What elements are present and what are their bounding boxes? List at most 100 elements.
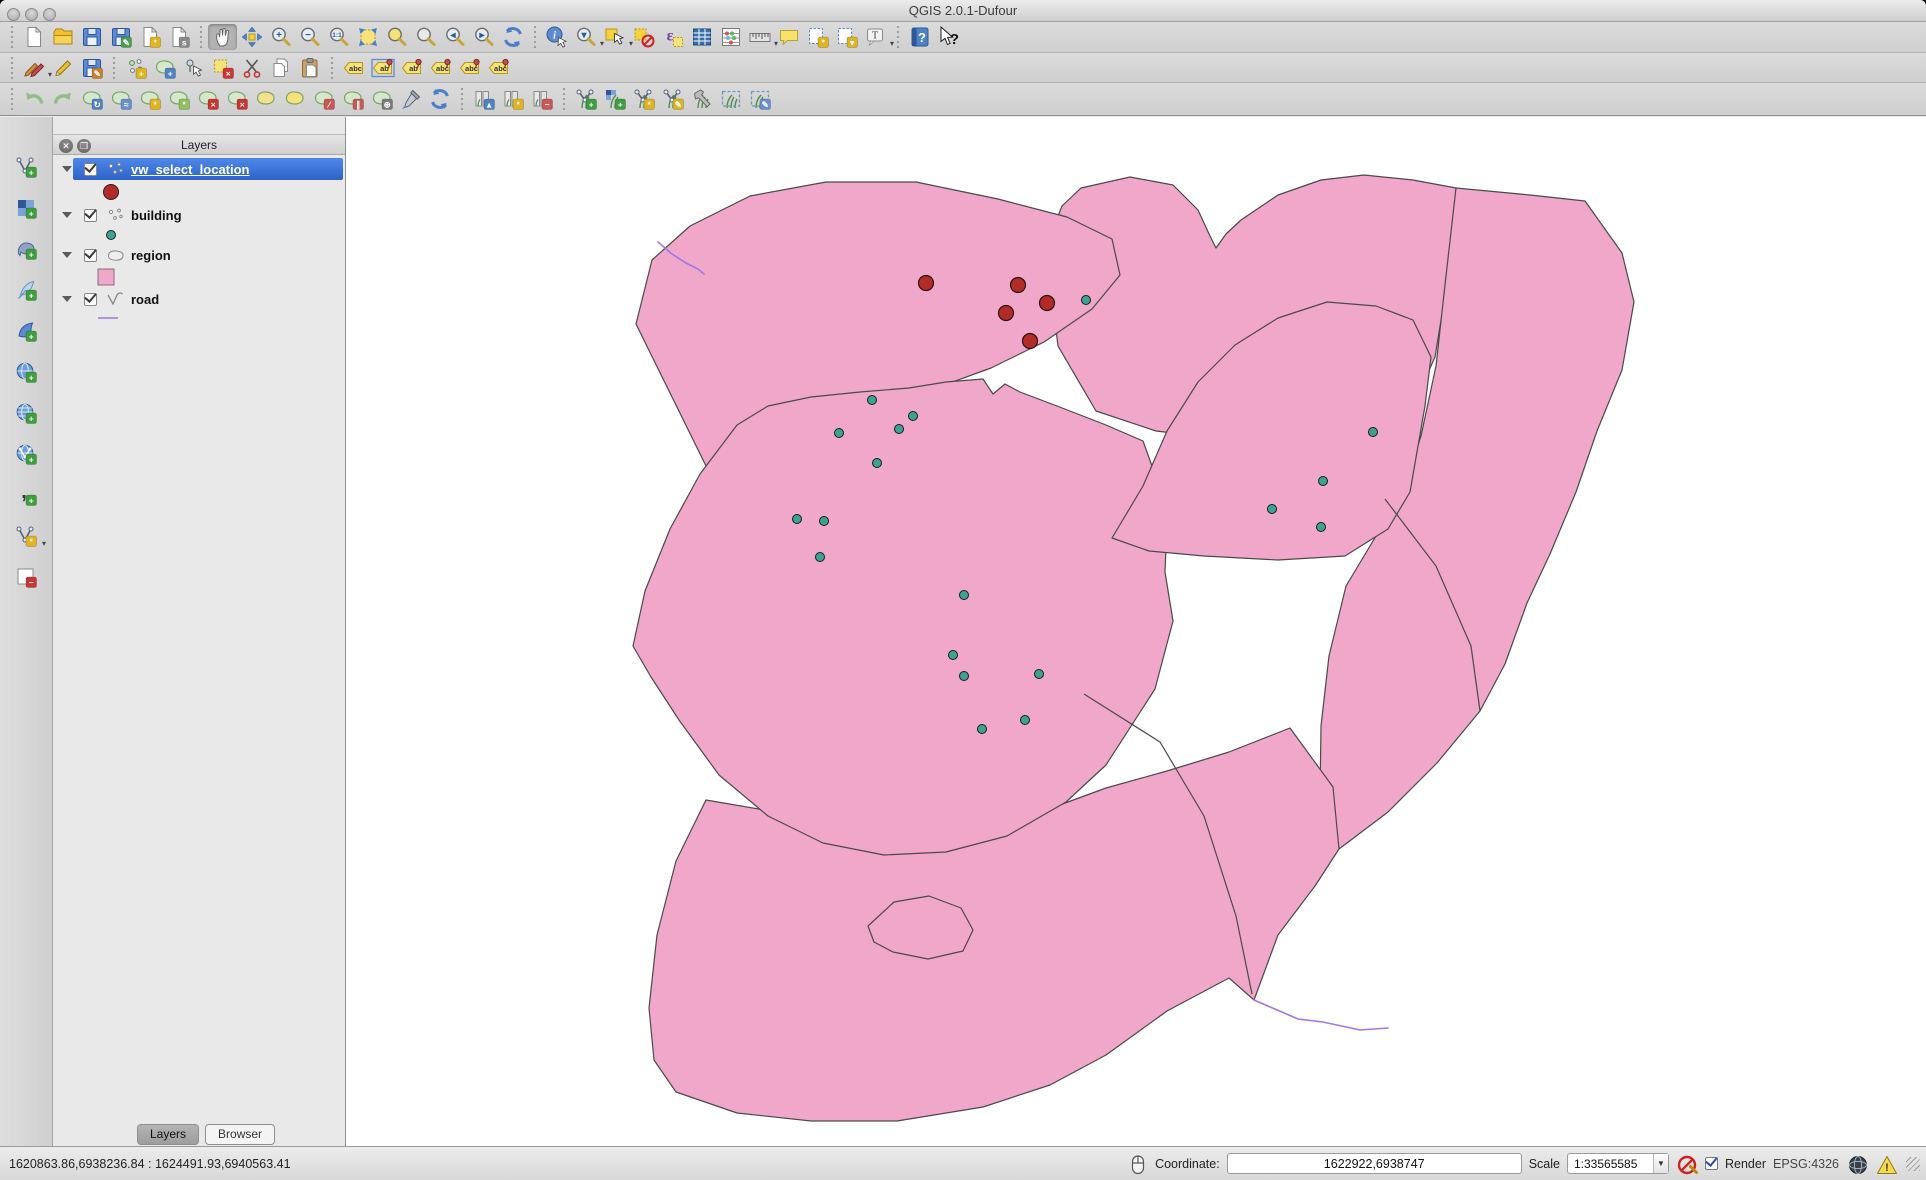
zoom-full-button[interactable] <box>353 24 382 50</box>
add-feature-button[interactable]: + <box>121 55 150 81</box>
open-attribute-table-button[interactable] <box>687 24 716 50</box>
panel-tab-browser[interactable]: Browser <box>205 1124 275 1145</box>
chevron-down-icon[interactable]: ▼ <box>1653 1154 1668 1173</box>
zoom-in-button[interactable]: + <box>266 24 295 50</box>
layer-item-road[interactable]: road <box>53 288 345 310</box>
new-shapefile-layer-button[interactable]: *▾ <box>10 522 42 550</box>
pan-to-selection-button[interactable] <box>237 24 266 50</box>
render-checkbox[interactable] <box>1705 1157 1718 1170</box>
paste-features-button[interactable] <box>295 55 324 81</box>
move-feature-button[interactable]: + <box>150 55 179 81</box>
identify-features-button[interactable]: i <box>542 24 571 50</box>
add-wcs-layer-button[interactable]: + <box>10 399 42 427</box>
close-panel-icon[interactable]: ✕ <box>59 139 73 153</box>
copy-features-button[interactable] <box>266 55 295 81</box>
rotate-label-button[interactable]: abc <box>455 55 484 81</box>
new-grass-vector-button[interactable]: * <box>629 86 658 112</box>
new-project-button[interactable] <box>19 24 48 50</box>
remove-layer-button[interactable]: − <box>10 563 42 591</box>
add-delimited-text-layer-button[interactable]: ,+ <box>10 481 42 509</box>
zoom-actual-size-button[interactable]: 1:1 <box>324 24 353 50</box>
cut-features-button[interactable] <box>237 55 266 81</box>
layer-item-building[interactable]: building <box>53 204 345 226</box>
layer-label[interactable]: region <box>131 248 171 263</box>
show-bookmarks-button[interactable]: ▾ <box>832 24 861 50</box>
add-mssql-layer-button[interactable]: + <box>10 317 42 345</box>
rotate-feature-button[interactable]: ↻ <box>77 86 106 112</box>
add-vector-layer-button[interactable]: + <box>10 153 42 181</box>
select-features-button[interactable]: ▾ <box>600 24 629 50</box>
save-project-button[interactable] <box>77 24 106 50</box>
map-tips-button[interactable] <box>774 24 803 50</box>
add-grass-raster-layer-button[interactable]: + <box>600 86 629 112</box>
map-canvas[interactable] <box>346 117 1926 1146</box>
whats-this-button[interactable]: ? <box>934 24 963 50</box>
measure-line-button[interactable]: ▾ <box>745 24 774 50</box>
offset-curve-button[interactable] <box>280 86 309 112</box>
add-raster-layer-button[interactable]: + <box>10 194 42 222</box>
zoom-last-button[interactable]: ◂ <box>440 24 469 50</box>
open-grass-tools-button[interactable] <box>687 86 716 112</box>
delete-ring-button[interactable]: × <box>193 86 222 112</box>
merge-attributes-button[interactable] <box>396 86 425 112</box>
delete-selected-button[interactable]: × <box>208 55 237 81</box>
field-calculator-button[interactable] <box>716 24 745 50</box>
layer-visibility-checkbox[interactable] <box>84 163 97 176</box>
add-ring-button[interactable]: * <box>135 86 164 112</box>
deselect-all-button[interactable] <box>629 24 658 50</box>
undo-button[interactable] <box>19 86 48 112</box>
change-label-button[interactable]: abc <box>484 55 513 81</box>
layer-item-vw_select_location[interactable]: vw_select_location <box>53 158 345 180</box>
add-grass-vector-layer-button[interactable]: + <box>571 86 600 112</box>
chevron-down-icon[interactable]: ▾ <box>42 539 46 548</box>
show-hide-labels-button[interactable]: ab <box>397 55 426 81</box>
add-wms-layer-button[interactable]: + <box>10 358 42 386</box>
add-postgis-layer-button[interactable]: + <box>10 235 42 263</box>
text-annotation-button[interactable]: T▾ <box>861 24 890 50</box>
new-bookmark-button[interactable]: * <box>803 24 832 50</box>
coordinate-input[interactable] <box>1227 1153 1522 1174</box>
open-project-button[interactable] <box>48 24 77 50</box>
close-grass-mapset-button[interactable]: − <box>527 86 556 112</box>
redo-button[interactable] <box>48 86 77 112</box>
float-panel-icon[interactable]: ❐ <box>77 139 91 153</box>
open-grass-mapset-button[interactable]: ▴ <box>469 86 498 112</box>
chevron-down-icon[interactable]: ▾ <box>890 39 894 48</box>
new-print-composer-button[interactable]: * <box>135 24 164 50</box>
expand-collapse-icon[interactable] <box>62 252 72 258</box>
move-label-button[interactable]: abc <box>426 55 455 81</box>
delete-part-button[interactable]: × <box>222 86 251 112</box>
panel-tab-layers[interactable]: Layers <box>137 1124 199 1145</box>
stop-render-icon[interactable] <box>1676 1153 1698 1175</box>
new-grass-mapset-button[interactable]: * <box>498 86 527 112</box>
add-wfs-layer-button[interactable]: + <box>10 440 42 468</box>
refresh-map-button[interactable] <box>498 24 527 50</box>
resize-grip[interactable] <box>1906 1157 1920 1171</box>
add-part-button[interactable]: * <box>164 86 193 112</box>
save-layer-edits-button[interactable]: ✎ <box>77 55 106 81</box>
labeling-button[interactable]: abc <box>339 55 368 81</box>
layer-visibility-checkbox[interactable] <box>84 293 97 306</box>
toggle-editing-button[interactable] <box>48 55 77 81</box>
help-contents-button[interactable]: ? <box>905 24 934 50</box>
reshape-features-button[interactable] <box>251 86 280 112</box>
expand-collapse-icon[interactable] <box>62 296 72 302</box>
save-project-as-button[interactable]: ✎ <box>106 24 135 50</box>
zoom-next-button[interactable]: ▸ <box>469 24 498 50</box>
node-tool-button[interactable] <box>179 55 208 81</box>
current-edits-button[interactable]: ▾ <box>19 55 48 81</box>
layer-label[interactable]: building <box>131 208 182 223</box>
zoom-to-layer-button[interactable] <box>411 24 440 50</box>
layer-item-region[interactable]: region <box>53 244 345 266</box>
edit-grass-region-button[interactable]: ✎ <box>745 86 774 112</box>
select-by-expression-button[interactable]: ε <box>658 24 687 50</box>
run-feature-action-button[interactable]: ▾▾ <box>571 24 600 50</box>
toggle-extents-mouse-icon[interactable] <box>1126 1153 1148 1175</box>
expand-collapse-icon[interactable] <box>62 166 72 172</box>
expand-collapse-icon[interactable] <box>62 212 72 218</box>
scale-combobox[interactable]: 1:33565585 ▼ <box>1567 1153 1669 1174</box>
pin-unpin-labels-button[interactable]: ab <box>368 55 397 81</box>
display-grass-region-button[interactable] <box>716 86 745 112</box>
zoom-to-selection-button[interactable] <box>382 24 411 50</box>
crs-globe-icon[interactable] <box>1846 1153 1868 1175</box>
